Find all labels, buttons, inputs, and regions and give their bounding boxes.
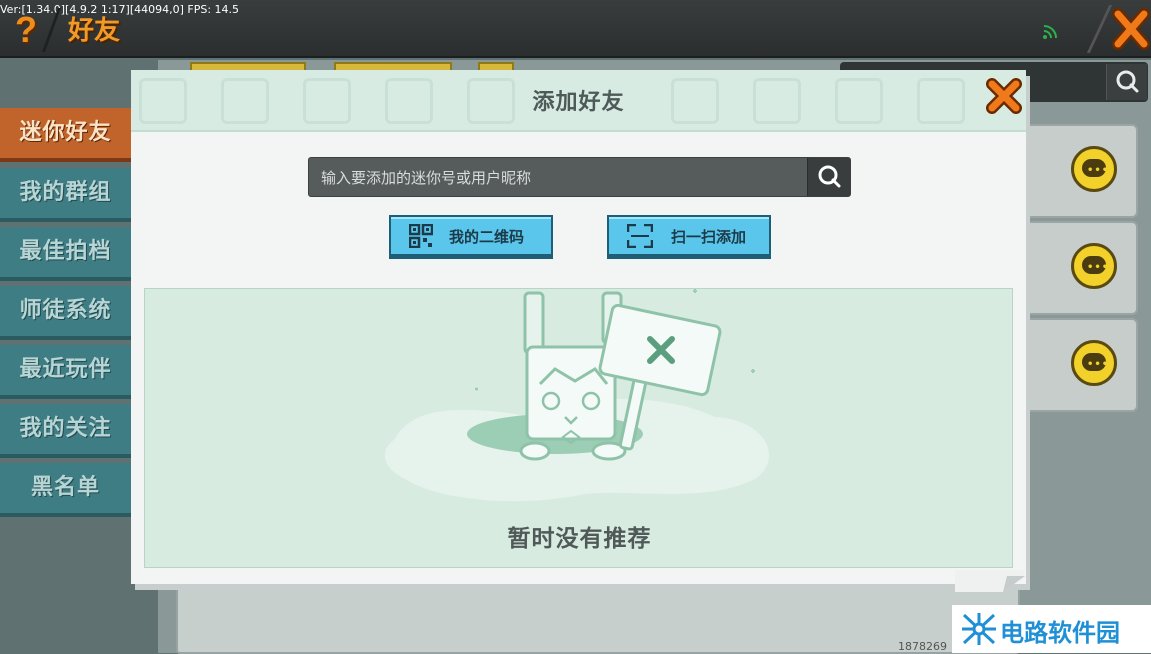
search-icon[interactable]: [807, 158, 850, 196]
close-icon[interactable]: [984, 76, 1024, 116]
scan-icon: [627, 224, 653, 248]
dialog-title: 添加好友: [532, 90, 625, 115]
my-qr-code-label: 我的二维码: [449, 228, 525, 246]
chat-icon[interactable]: •••: [1071, 146, 1117, 192]
empty-mascot-illustration: [384, 289, 770, 502]
qr-code-icon: [409, 224, 433, 248]
page-title: 好友: [68, 16, 121, 46]
watermark: 电路软件园: [952, 605, 1151, 653]
sidebar-item-mentor-system[interactable]: 师徒系统: [0, 286, 131, 340]
watermark-text: 电路软件园: [1000, 619, 1120, 647]
sidebar-item-following[interactable]: 我的关注: [0, 404, 131, 458]
help-icon[interactable]: ?: [8, 10, 44, 50]
bottom-panel: [176, 580, 1020, 654]
chat-icon[interactable]: •••: [1071, 243, 1117, 289]
sidebar-item-recent-players[interactable]: 最近玩伴: [0, 345, 131, 399]
friend-id-input[interactable]: [309, 158, 823, 198]
recommend-empty-area: 暂时没有推荐: [144, 288, 1013, 568]
search-field: [308, 157, 851, 198]
signal-icon: [1043, 25, 1057, 39]
sidebar-item-best-partner[interactable]: 最佳拍档: [0, 227, 131, 281]
empty-recommend-text: 暂时没有推荐: [507, 526, 652, 552]
close-icon[interactable]: [1112, 8, 1150, 50]
sidebar-item-mini-friends[interactable]: 迷你好友: [0, 108, 131, 162]
scan-add-label: 扫一扫添加: [671, 228, 747, 246]
add-friend-dialog: 添加好友 我的二维码 扫一扫添加: [131, 70, 1026, 584]
top-bar: Ver:[1.34.0][4.9.2 1:17][44094,0] FPS: 1…: [0, 0, 1151, 58]
my-qr-code-button[interactable]: 我的二维码: [389, 215, 553, 259]
divider: [1086, 5, 1113, 53]
sidebar-item-my-groups[interactable]: 我的群组: [0, 168, 131, 222]
chat-icon[interactable]: •••: [1071, 340, 1117, 386]
dialog-header: 添加好友: [131, 70, 1026, 132]
sidebar-item-blacklist[interactable]: 黑名单: [0, 463, 131, 517]
page-curl-decoration: [955, 570, 1025, 592]
search-icon[interactable]: [1106, 64, 1147, 100]
id-text: 1878269: [898, 640, 947, 653]
scan-add-button[interactable]: 扫一扫添加: [607, 215, 771, 259]
watermark-logo-icon: [962, 613, 996, 645]
